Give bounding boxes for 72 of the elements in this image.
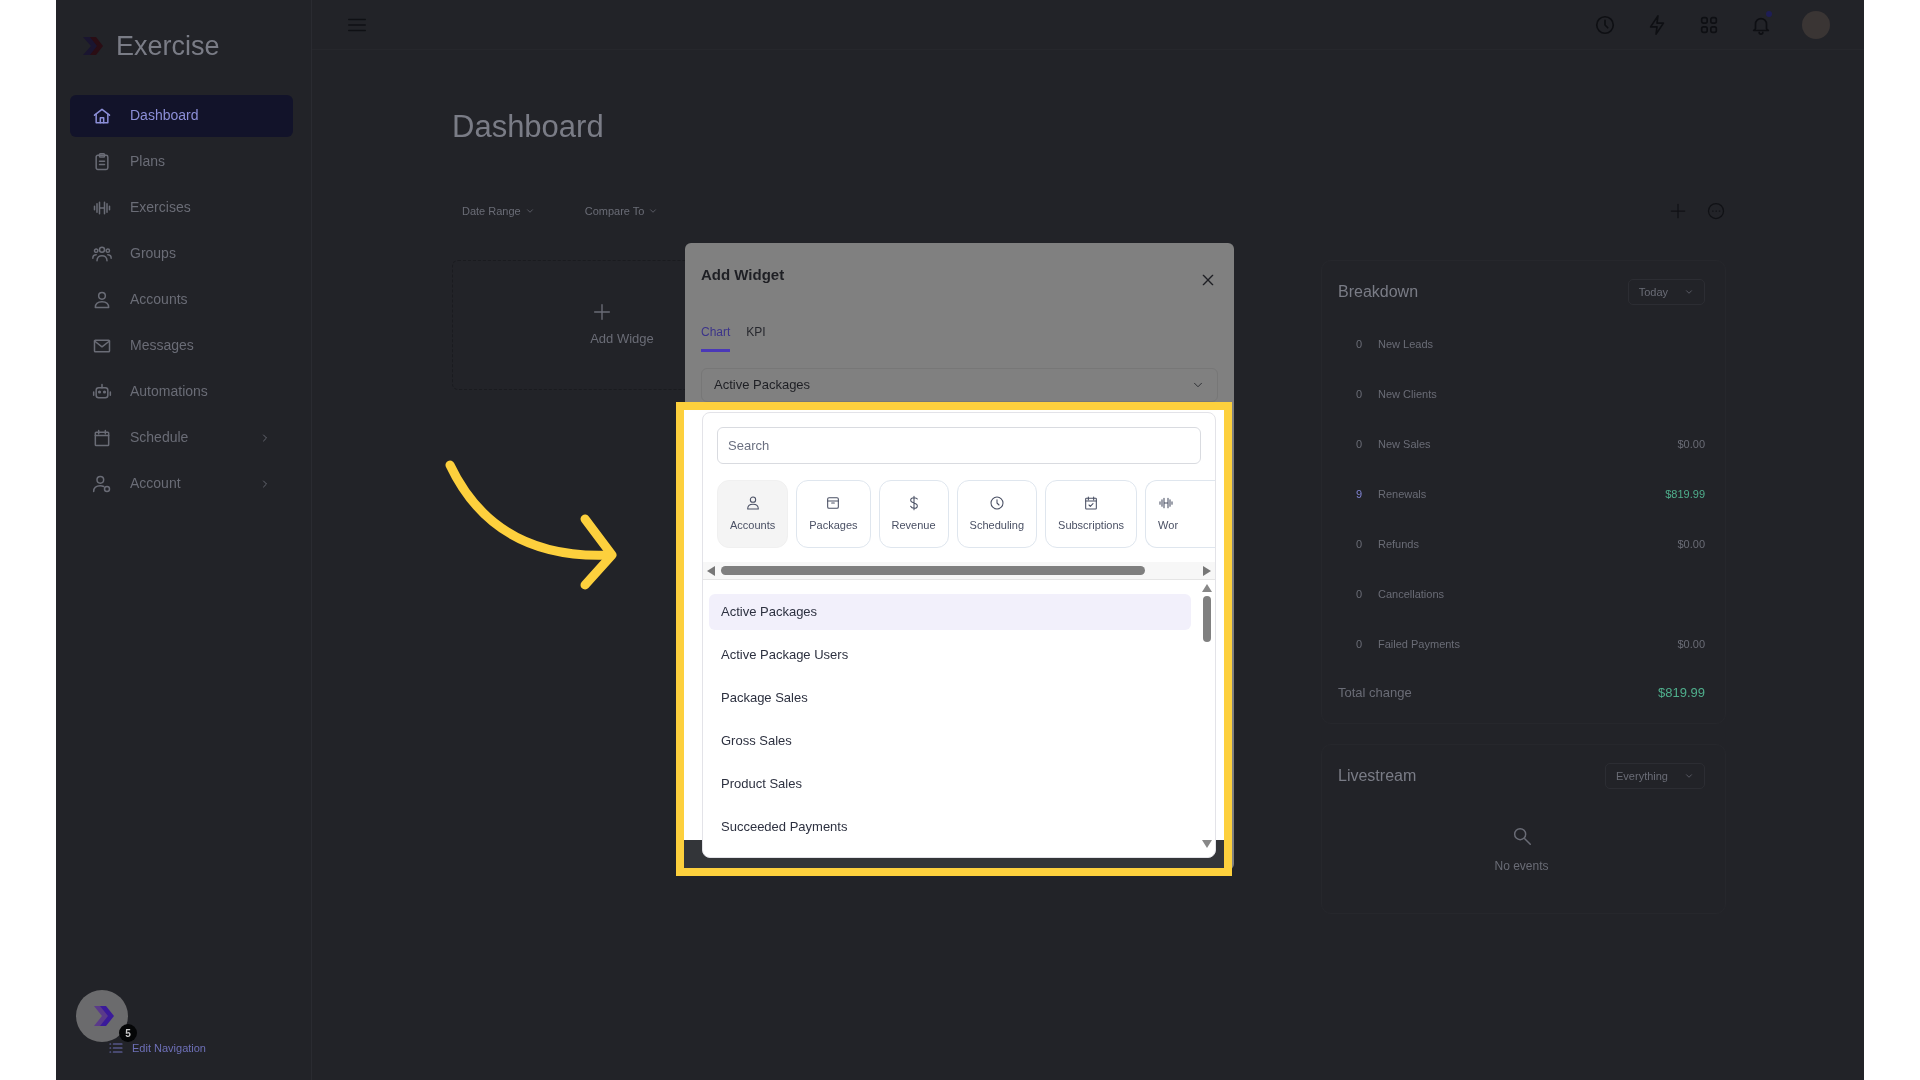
row-amount: $0.00 <box>1677 436 1705 452</box>
page-title: Dashboard <box>452 108 605 146</box>
sidebar-item[interactable]: Plans <box>70 140 293 183</box>
row-count: 0 <box>1356 436 1364 452</box>
row-label: Refunds <box>1378 536 1419 552</box>
category-tile[interactable]: Packages <box>796 480 871 548</box>
sidebar-item[interactable]: Exercises <box>70 186 293 229</box>
row-count: 0 <box>1356 586 1364 602</box>
robot-icon <box>92 381 112 402</box>
edit-navigation-link[interactable]: Edit Navigation <box>108 1040 206 1057</box>
total-label: Total change <box>1338 684 1412 703</box>
scrollbar-thumb[interactable] <box>1203 596 1211 642</box>
row-count: 0 <box>1356 336 1364 352</box>
row-label: New Sales <box>1378 436 1431 452</box>
clock-icon <box>988 494 1005 511</box>
category-tile[interactable]: Revenue <box>878 480 949 548</box>
row-label: Renewals <box>1378 486 1427 502</box>
brand-name: Exercise <box>116 30 220 63</box>
notification-dot <box>1766 10 1772 17</box>
sidebar-item[interactable]: Account <box>70 462 293 505</box>
row-count: 0 <box>1356 386 1364 402</box>
dropdown-option[interactable]: Active Package Users <box>709 637 1191 673</box>
row-label: Failed Payments <box>1378 636 1460 652</box>
box-icon <box>825 494 842 511</box>
row-amount: $819.99 <box>1665 486 1705 502</box>
row-label: New Leads <box>1378 336 1434 352</box>
metric-select[interactable]: Active Packages <box>701 368 1218 402</box>
count-badge: 5 <box>119 1024 137 1042</box>
sidebar-item[interactable]: Accounts <box>70 278 293 321</box>
horizontal-scrollbar[interactable] <box>703 562 1215 580</box>
filter-dropdown[interactable]: Compare To <box>574 201 669 222</box>
total-amount: $819.99 <box>1658 684 1705 703</box>
row-label: Cancellations <box>1378 586 1445 602</box>
row-count: 9 <box>1356 486 1364 502</box>
person-icon <box>744 494 761 511</box>
dropdown-option[interactable]: Active Packages <box>709 594 1191 630</box>
card-title: Breakdown <box>1338 281 1419 302</box>
calendar-check-icon <box>1083 494 1100 511</box>
sidebar-item[interactable]: Schedule <box>70 416 293 459</box>
scroll-up-icon[interactable] <box>1202 584 1212 592</box>
row-amount: $0.00 <box>1677 536 1705 552</box>
sidebar-item[interactable]: Dashboard <box>70 94 293 137</box>
filter-dropdown[interactable]: Date Range <box>452 201 545 222</box>
scroll-left-icon[interactable] <box>707 565 715 576</box>
sidebar-item[interactable]: Messages <box>70 324 293 367</box>
sidebar-item[interactable]: Groups <box>70 232 293 275</box>
search-field[interactable]: Search <box>717 427 1201 464</box>
dropdown-option[interactable]: Product Sales <box>709 766 1191 802</box>
dropdown-option[interactable]: Gross Sales <box>709 723 1191 759</box>
sidebar-item[interactable]: Automations <box>70 370 293 413</box>
person-gear-icon <box>92 473 112 494</box>
dropdown-option[interactable]: Package Sales <box>709 680 1191 716</box>
category-tile[interactable]: Subscriptions <box>1045 480 1138 548</box>
category-tile[interactable]: Accounts <box>717 480 789 548</box>
row-amount: $0.00 <box>1677 636 1705 652</box>
period-dropdown[interactable]: Today <box>1627 278 1705 306</box>
category-tile[interactable]: Scheduling <box>956 480 1038 548</box>
empty-state-text: No events <box>1494 858 1549 876</box>
calendar-icon <box>92 427 112 448</box>
row-label: New Clients <box>1378 386 1437 402</box>
person-icon <box>92 289 112 310</box>
category-tile[interactable]: Wor <box>1145 480 1215 548</box>
row-count: 0 <box>1356 636 1364 652</box>
card-title: Livestream <box>1338 765 1417 786</box>
row-count: 0 <box>1356 536 1364 552</box>
scroll-right-icon[interactable] <box>1203 565 1211 576</box>
dropdown-option[interactable]: Succeeded Payments <box>709 809 1191 845</box>
tab[interactable]: Chart <box>701 323 731 352</box>
clipboard-icon <box>92 151 112 172</box>
scrollbar-thumb[interactable] <box>721 566 1145 575</box>
event-filter-dropdown[interactable]: Everything <box>1605 762 1705 790</box>
scroll-down-icon[interactable] <box>1202 840 1212 848</box>
